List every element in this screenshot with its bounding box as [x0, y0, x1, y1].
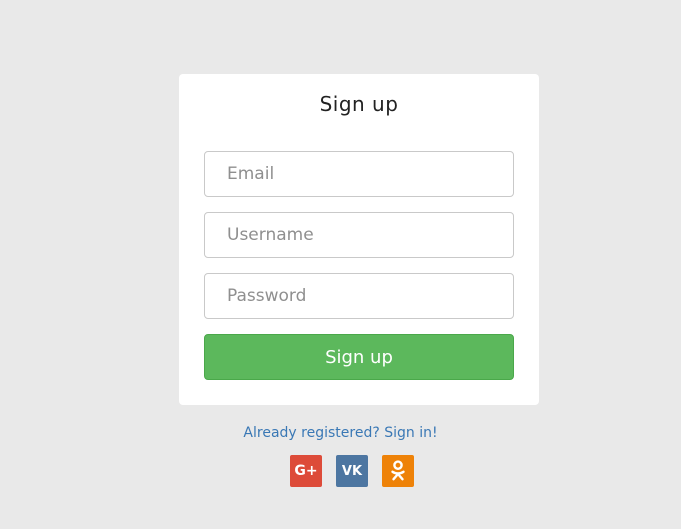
vk-icon: VK: [341, 463, 363, 479]
password-input[interactable]: [204, 273, 514, 319]
signup-card: Sign up Sign up: [179, 74, 539, 405]
odnoklassniki-icon: [391, 460, 405, 481]
username-input[interactable]: [204, 212, 514, 258]
google-plus-icon: G+: [294, 463, 318, 479]
signup-page: Sign up Sign up Already registered? Sign…: [0, 0, 681, 529]
odnoklassniki-button[interactable]: [382, 455, 414, 487]
vk-button[interactable]: VK: [336, 455, 368, 487]
signup-title: Sign up: [319, 92, 399, 116]
social-login-buttons: G+ VK: [290, 455, 414, 487]
google-plus-button[interactable]: G+: [290, 455, 322, 487]
signin-link[interactable]: Already registered? Sign in!: [0, 425, 681, 441]
email-input[interactable]: [204, 151, 514, 197]
signup-button[interactable]: Sign up: [204, 334, 514, 380]
